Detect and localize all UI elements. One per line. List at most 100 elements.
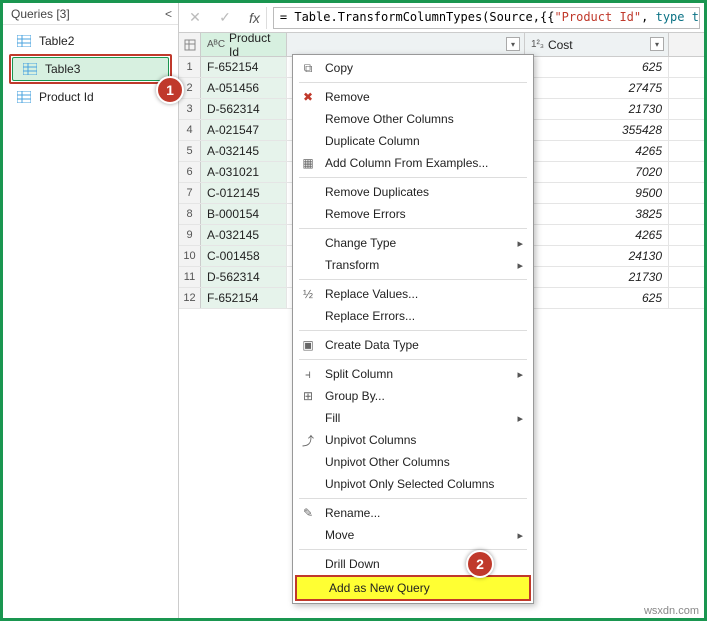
ctx-change-type[interactable]: Change Type — [293, 232, 533, 254]
queries-pane: Queries [3] < Table2 Table3 — [3, 3, 179, 618]
unpivot-icon: ⤴ — [299, 432, 317, 449]
cell-product-id[interactable]: A-051456 — [201, 78, 287, 98]
callout-badge-1: 1 — [156, 76, 184, 104]
cell-product-id[interactable]: B-000154 — [201, 204, 287, 224]
ctx-group[interactable]: ⊞Group By... — [293, 385, 533, 407]
ctx-unpivot-other[interactable]: Unpivot Other Columns — [293, 451, 533, 473]
query-item-productid[interactable]: Product Id — [7, 85, 174, 109]
cell-product-id[interactable]: D-562314 — [201, 99, 287, 119]
column-header-product-id[interactable]: AᴮC Product Id — [201, 33, 287, 56]
formula-bar: ✕ ✓ fx = Table.TransformColumnTypes(Sour… — [179, 3, 704, 33]
cell-cost[interactable]: 27475 — [525, 78, 669, 98]
remove-icon: ✖ — [299, 90, 317, 104]
ctx-fill[interactable]: Fill — [293, 407, 533, 429]
row-number: 7 — [179, 183, 201, 203]
queries-header[interactable]: Queries [3] < — [3, 3, 178, 25]
cell-cost[interactable]: 355428 — [525, 120, 669, 140]
row-number: 11 — [179, 267, 201, 287]
cell-product-id[interactable]: A-021547 — [201, 120, 287, 140]
ctx-transform[interactable]: Transform — [293, 254, 533, 276]
cell-cost[interactable]: 7020 — [525, 162, 669, 182]
row-number: 10 — [179, 246, 201, 266]
cell-cost[interactable]: 24130 — [525, 246, 669, 266]
ctx-replace-errors[interactable]: Replace Errors... — [293, 305, 533, 327]
cell-cost[interactable]: 4265 — [525, 225, 669, 245]
query-label: Table3 — [45, 62, 80, 76]
ctx-separator — [299, 279, 527, 280]
cell-cost[interactable]: 21730 — [525, 99, 669, 119]
column-filter-icon[interactable] — [650, 37, 664, 51]
ctx-remove-err[interactable]: Remove Errors — [293, 203, 533, 225]
formula-text-type: type tex — [656, 10, 700, 24]
ctx-separator — [299, 359, 527, 360]
query-label: Table2 — [39, 34, 74, 48]
cell-cost[interactable]: 4265 — [525, 141, 669, 161]
ctx-remove-other[interactable]: Remove Other Columns — [293, 108, 533, 130]
watermark: wsxdn.com — [644, 605, 699, 617]
queries-header-label: Queries [3] — [11, 7, 70, 21]
formula-input[interactable]: = Table.TransformColumnTypes(Source,{{"P… — [273, 7, 700, 29]
row-number: 12 — [179, 288, 201, 308]
ctx-add-examples[interactable]: ▦Add Column From Examples... — [293, 152, 533, 174]
ctx-remove-dup[interactable]: Remove Duplicates — [293, 181, 533, 203]
ctx-separator — [299, 228, 527, 229]
row-number: 9 — [179, 225, 201, 245]
table-icon — [17, 35, 31, 47]
ctx-replace-values[interactable]: ½Replace Values... — [293, 283, 533, 305]
callout-badge-2: 2 — [466, 550, 494, 578]
formula-text-prefix: = Table.TransformColumnTypes(Source,{{ — [280, 10, 555, 24]
cell-product-id[interactable]: A-032145 — [201, 141, 287, 161]
column-header-label: Product Id — [229, 33, 280, 59]
ctx-unpivot-sel[interactable]: Unpivot Only Selected Columns — [293, 473, 533, 495]
query-item-table2[interactable]: Table2 — [7, 29, 174, 53]
cell-product-id[interactable]: C-001458 — [201, 246, 287, 266]
cell-product-id[interactable]: C-012145 — [201, 183, 287, 203]
cell-product-id[interactable]: F-652154 — [201, 57, 287, 77]
ctx-separator — [299, 82, 527, 83]
collapse-icon[interactable]: < — [165, 7, 172, 21]
callout-box-1: Table3 — [9, 54, 172, 84]
split-icon: ⫞ — [299, 367, 317, 382]
ctx-create-data-type[interactable]: ▣Create Data Type — [293, 334, 533, 356]
formula-accept-icon[interactable]: ✓ — [213, 7, 237, 29]
ctx-rename[interactable]: ✎Rename... — [293, 502, 533, 524]
row-number: 4 — [179, 120, 201, 140]
cell-cost[interactable]: 9500 — [525, 183, 669, 203]
table-icon — [17, 91, 31, 103]
ctx-separator — [299, 498, 527, 499]
ctx-separator — [299, 549, 527, 550]
fx-icon[interactable]: fx — [243, 7, 267, 29]
ctx-copy[interactable]: ⧉Copy — [293, 57, 533, 79]
ctx-separator — [299, 177, 527, 178]
ctx-drill[interactable]: Drill Down — [293, 553, 533, 575]
row-number: 3 — [179, 99, 201, 119]
ctx-remove[interactable]: ✖Remove — [293, 86, 533, 108]
ctx-move[interactable]: Move — [293, 524, 533, 546]
formula-cancel-icon[interactable]: ✕ — [183, 7, 207, 29]
grid-select-all[interactable] — [179, 33, 201, 56]
ctx-unpivot[interactable]: ⤴Unpivot Columns — [293, 429, 533, 451]
cell-cost[interactable]: 3825 — [525, 204, 669, 224]
cell-cost[interactable]: 21730 — [525, 267, 669, 287]
ctx-duplicate[interactable]: Duplicate Column — [293, 130, 533, 152]
column-header-cost[interactable]: 1²₃ Cost — [525, 33, 669, 56]
ctx-split[interactable]: ⫞Split Column — [293, 363, 533, 385]
group-icon: ⊞ — [299, 389, 317, 403]
cell-cost[interactable]: 625 — [525, 57, 669, 77]
ctx-add-as-new-query[interactable]: Add as New Query — [297, 577, 529, 599]
cell-cost[interactable]: 625 — [525, 288, 669, 308]
row-number: 8 — [179, 204, 201, 224]
cell-product-id[interactable]: A-031021 — [201, 162, 287, 182]
cell-product-id[interactable]: A-032145 — [201, 225, 287, 245]
table-icon — [23, 63, 37, 75]
formula-text-mid: , — [641, 10, 655, 24]
cell-product-id[interactable]: F-652154 — [201, 288, 287, 308]
row-number: 6 — [179, 162, 201, 182]
copy-icon: ⧉ — [299, 61, 317, 76]
number-type-icon: 1²₃ — [531, 39, 544, 50]
column-filter-icon[interactable] — [506, 37, 520, 51]
row-number: 5 — [179, 141, 201, 161]
cell-product-id[interactable]: D-562314 — [201, 267, 287, 287]
query-item-table3[interactable]: Table3 — [12, 57, 169, 81]
column-header-hidden[interactable] — [287, 33, 525, 56]
